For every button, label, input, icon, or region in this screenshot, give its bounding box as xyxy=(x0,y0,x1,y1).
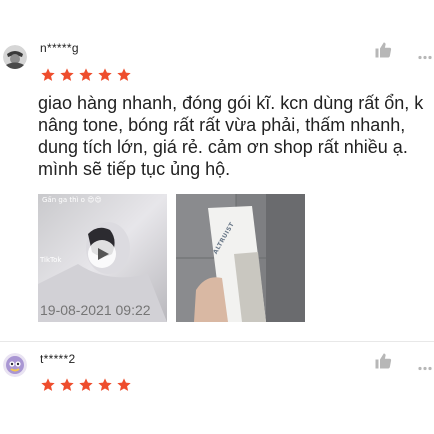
star-rating xyxy=(40,67,132,83)
star-icon xyxy=(60,378,74,391)
star-icon xyxy=(41,378,55,391)
more-dots-icon[interactable] xyxy=(418,358,432,376)
avatar[interactable] xyxy=(3,45,27,69)
review-timestamp: 19-08-2021 09:22 xyxy=(40,302,151,318)
star-icon xyxy=(79,68,93,81)
thumbs-up-icon[interactable] xyxy=(374,41,392,64)
review-item: t*****2 xyxy=(0,342,434,434)
review-photo[interactable]: ALTRUIST xyxy=(176,194,305,322)
star-icon xyxy=(79,378,93,391)
star-icon xyxy=(117,68,131,81)
reviewer-name: t*****2 xyxy=(40,352,76,366)
comment-line: nâng tone, bóng rất rất vừa phải, thấm n… xyxy=(38,115,406,135)
video-caption: Gấn ga thì o 😍😍 xyxy=(42,196,102,204)
star-icon xyxy=(41,68,55,81)
reviewer-name: n*****g xyxy=(40,41,79,55)
star-icon xyxy=(98,378,112,391)
star-icon xyxy=(60,68,74,81)
thumbs-up-icon[interactable] xyxy=(374,352,392,375)
comment-line: giao hàng nhanh, đóng gói kĩ. kcn dùng r… xyxy=(38,93,424,113)
comment-line: dung tích lớn, giá rẻ. cảm ơn shop rất n… xyxy=(38,137,408,157)
review-comment: giao hàng nhanh, đóng gói kĩ. kcn dùng r… xyxy=(38,92,434,180)
star-icon xyxy=(98,68,112,81)
more-dots-icon[interactable] xyxy=(418,47,432,65)
review-item: n*****g giao hàng nhanh, đóng gói kĩ. kc… xyxy=(0,0,434,342)
video-watermark: TikTok xyxy=(40,256,62,264)
avatar[interactable] xyxy=(3,353,27,377)
star-icon xyxy=(117,378,131,391)
play-icon[interactable] xyxy=(96,247,110,266)
star-rating xyxy=(40,377,132,393)
comment-line: mình sẽ tiếp tục ủng hộ. xyxy=(38,159,231,179)
